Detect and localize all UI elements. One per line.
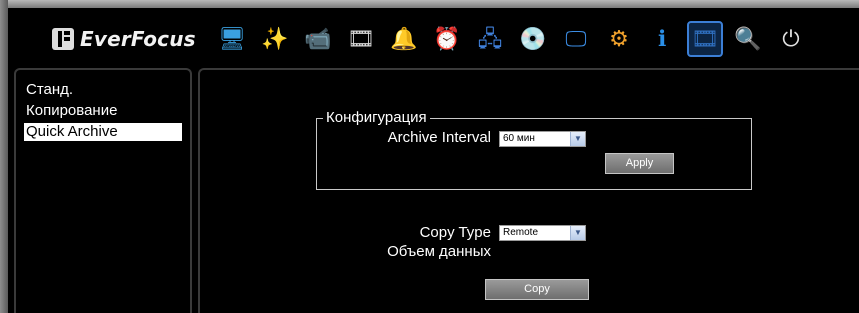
settings-gears-icon[interactable]: ⚙ bbox=[603, 23, 635, 55]
main-toolbar: 🖥 ✨ 📹 🎞 🔔 ⏰ 🖧 💿 🖵 ⚙ ℹ 🎞 🔍 ⏻ bbox=[216, 18, 818, 60]
copy-type-value: Remote bbox=[503, 227, 539, 238]
sidebar-item-standard[interactable]: Станд. bbox=[16, 81, 190, 99]
monitor-layout-icon[interactable]: 🖥 bbox=[216, 23, 248, 55]
data-volume-label: Объем данных bbox=[387, 243, 491, 260]
alarm-bell-icon[interactable]: 🔔 bbox=[388, 23, 420, 55]
copy-type-select[interactable]: Remote ▼ bbox=[499, 225, 586, 241]
display-icon[interactable]: 🖵 bbox=[560, 23, 592, 55]
sidebar-item-quick-archive[interactable]: Quick Archive bbox=[24, 123, 182, 141]
archive-interval-select[interactable]: 60 мин ▼ bbox=[499, 131, 586, 147]
apply-button[interactable]: Apply bbox=[605, 153, 674, 174]
archive-interval-label: Archive Interval bbox=[387, 129, 491, 146]
brand-logo: EverFocus bbox=[52, 26, 196, 52]
chevron-down-icon[interactable]: ▼ bbox=[570, 132, 585, 146]
shutdown-icon[interactable]: ⏻ bbox=[775, 23, 807, 55]
sidebar-item-copy[interactable]: Копирование bbox=[16, 102, 190, 120]
window-frame-top bbox=[0, 0, 859, 8]
brand-logo-mark bbox=[52, 28, 74, 50]
configuration-group: Конфигурация Archive Interval 60 мин ▼ A… bbox=[316, 109, 752, 190]
info-icon[interactable]: ℹ bbox=[646, 23, 678, 55]
configuration-legend: Конфигурация bbox=[323, 109, 430, 127]
sidebar: Станд. Копирование Quick Archive bbox=[14, 68, 192, 313]
magic-wand-icon[interactable]: ✨ bbox=[259, 23, 291, 55]
schedule-clock-icon[interactable]: ⏰ bbox=[431, 23, 463, 55]
copy-button[interactable]: Copy bbox=[485, 279, 589, 300]
window-frame-left bbox=[0, 0, 8, 313]
disk-icon[interactable]: 💿 bbox=[517, 23, 549, 55]
copy-type-label: Copy Type bbox=[419, 224, 491, 241]
network-icon[interactable]: 🖧 bbox=[474, 23, 506, 55]
brand-logo-text: EverFocus bbox=[80, 27, 196, 51]
top-bar: EverFocus 🖥 ✨ 📹 🎞 🔔 ⏰ 🖧 💿 🖵 ⚙ ℹ 🎞 🔍 ⏻ bbox=[8, 8, 859, 66]
chevron-down-icon[interactable]: ▼ bbox=[570, 226, 585, 240]
archive-interval-value: 60 мин bbox=[503, 133, 535, 144]
camera-icon[interactable]: 📹 bbox=[302, 23, 334, 55]
backup-icon[interactable]: 🎞 bbox=[687, 21, 723, 57]
film-reel-icon[interactable]: 🎞 bbox=[345, 23, 377, 55]
main-panel: Конфигурация Archive Interval 60 мин ▼ A… bbox=[198, 68, 859, 313]
log-search-icon[interactable]: 🔍 bbox=[732, 23, 764, 55]
